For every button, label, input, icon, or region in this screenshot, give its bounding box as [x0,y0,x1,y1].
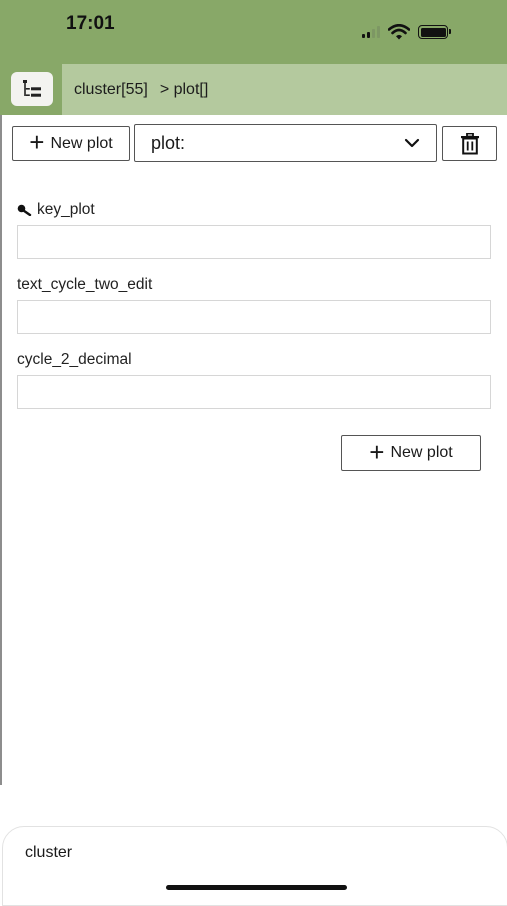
left-divider [0,115,2,785]
plus-icon: + [369,436,385,467]
status-bar: 17:01 [0,0,507,64]
field-cycle-2-decimal: cycle_2_decimal [17,348,492,409]
plot-select-value: plot: [151,132,186,153]
field-label: key_plot [17,198,492,222]
signal-icon [362,26,380,38]
text-cycle-two-edit-input[interactable] [17,300,491,334]
bottom-sheet-label: cluster [25,844,73,861]
status-time: 17:01 [66,13,115,34]
new-plot-bottom-label: New plot [390,444,453,461]
breadcrumb: cluster[55] > plot[] [62,64,507,115]
bottom-sheet[interactable]: cluster [2,826,507,906]
key-icon [17,204,32,216]
key-plot-input[interactable] [17,225,491,259]
cycle-2-decimal-input[interactable] [17,375,491,409]
plus-icon: + [29,127,45,157]
trash-icon [460,132,479,154]
nav-bar: cluster[55] > plot[] [0,64,507,115]
tree-view-icon [23,80,41,97]
field-label-text: cycle_2_decimal [17,351,132,368]
chevron-down-icon [404,138,420,148]
breadcrumb-item-cluster[interactable]: cluster[55] [74,81,148,99]
status-icons [362,22,451,42]
nav-left-panel [0,64,62,115]
home-indicator [166,885,347,890]
field-label: cycle_2_decimal [17,348,492,372]
delete-button[interactable] [442,126,497,161]
battery-icon [418,25,451,39]
new-plot-bottom-button[interactable]: + New plot [341,435,481,471]
plot-select[interactable]: plot: [134,124,437,162]
new-plot-button[interactable]: + New plot [12,126,130,161]
field-label-text: text_cycle_two_edit [17,276,153,293]
tree-view-button[interactable] [11,72,53,106]
breadcrumb-item-plot[interactable]: > plot[] [160,81,208,99]
field-key-plot: key_plot [17,198,492,259]
field-label-text: key_plot [37,201,95,218]
plot-form: key_plot text_cycle_two_edit cycle_2_dec… [17,198,492,423]
toolbar: + New plot plot: [12,124,497,162]
field-text-cycle-two-edit: text_cycle_two_edit [17,273,492,334]
new-plot-label: New plot [50,134,113,152]
field-label: text_cycle_two_edit [17,273,492,297]
wifi-icon [388,24,410,40]
